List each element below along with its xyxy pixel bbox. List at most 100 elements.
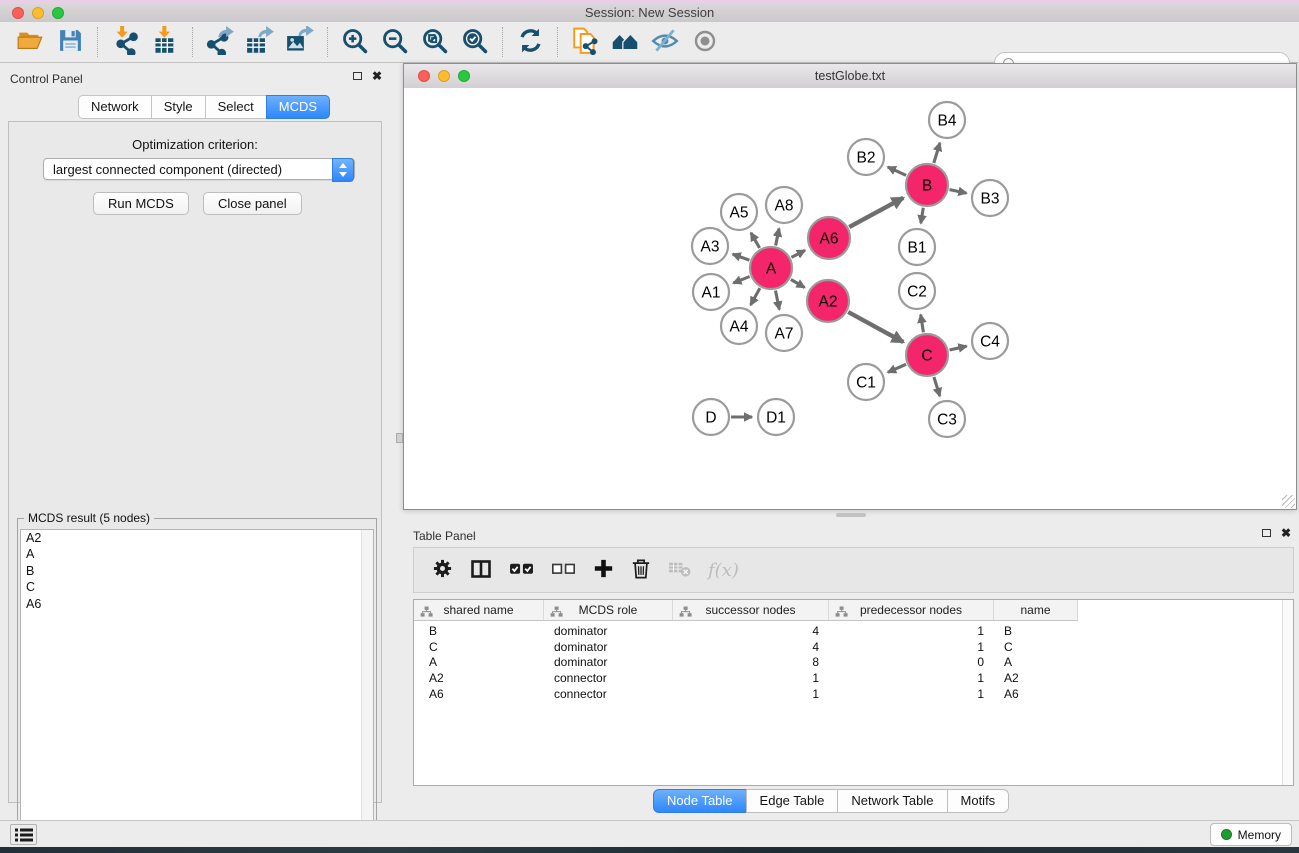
- control-panel: Control Panel ✖ NetworkStyleSelectMCDS O…: [0, 63, 390, 820]
- tab-mcds[interactable]: MCDS: [266, 95, 330, 119]
- table-row[interactable]: Adominator80A: [414, 655, 1293, 671]
- import-table-button[interactable]: [145, 24, 185, 60]
- graph-node-A1[interactable]: A1: [693, 274, 729, 310]
- table-cell: 8: [673, 655, 829, 669]
- tab-network[interactable]: Network: [78, 95, 152, 119]
- table-cell: dominator: [544, 624, 673, 638]
- clear-all-checks-button[interactable]: [551, 558, 576, 582]
- column-header-predecessor-nodes[interactable]: predecessor nodes: [829, 600, 994, 621]
- hide-panel-button[interactable]: [645, 24, 685, 60]
- close-panel-icon[interactable]: ✖: [372, 71, 382, 81]
- vertical-splitter-handle[interactable]: [396, 433, 403, 443]
- graph-node-C4[interactable]: C4: [972, 323, 1008, 359]
- zoom-fit-button[interactable]: [415, 24, 455, 60]
- graph-node-B[interactable]: B: [906, 164, 948, 206]
- graph-node-B1[interactable]: B1: [899, 229, 935, 265]
- graph-node-D[interactable]: D: [693, 399, 729, 435]
- show-columns-button[interactable]: [470, 558, 492, 583]
- result-item[interactable]: A2: [21, 530, 373, 547]
- graph-node-B3[interactable]: B3: [972, 180, 1008, 216]
- graph-node-A[interactable]: A: [750, 247, 792, 289]
- export-table-icon: [246, 26, 275, 58]
- zoom-in-button[interactable]: [335, 24, 375, 60]
- result-item[interactable]: A: [21, 547, 373, 564]
- task-history-button[interactable]: [10, 824, 37, 845]
- graph-edge-A-A6: [791, 250, 805, 257]
- result-item[interactable]: C: [21, 580, 373, 597]
- toolbar-groups: [10, 24, 725, 60]
- table-row[interactable]: Bdominator41B: [414, 623, 1293, 639]
- export-image-button[interactable]: [280, 24, 320, 60]
- clone-network-button[interactable]: [565, 24, 605, 60]
- export-network-button[interactable]: [200, 24, 240, 60]
- network-graph: A A1 A2 A3 A4 A5 A6 A7 A8 B B1 B2 B3 B4 C C1 C2 C3 C4 D D1: [404, 88, 1296, 509]
- float-table-panel-icon[interactable]: [1262, 529, 1271, 537]
- graph-node-A5[interactable]: A5: [721, 194, 757, 230]
- criterion-value: largest connected component (directed): [53, 162, 282, 177]
- graph-node-A8[interactable]: A8: [766, 187, 802, 223]
- tab-motifs[interactable]: Motifs: [947, 789, 1010, 813]
- column-header-name[interactable]: name: [994, 600, 1078, 621]
- tab-select[interactable]: Select: [205, 95, 267, 119]
- column-header-shared-name[interactable]: shared name: [414, 600, 544, 621]
- home-button[interactable]: [605, 24, 645, 60]
- graph-node-C1[interactable]: C1: [848, 364, 884, 400]
- tab-network-table[interactable]: Network Table: [837, 789, 947, 813]
- result-item[interactable]: A6: [21, 596, 373, 613]
- zoom-selected-button[interactable]: [455, 24, 495, 60]
- table-row[interactable]: A6connector11A6: [414, 686, 1293, 702]
- graph-node-B2[interactable]: B2: [848, 139, 884, 175]
- open-session-button[interactable]: [10, 24, 50, 60]
- graph-node-A7[interactable]: A7: [766, 315, 802, 351]
- close-panel-button[interactable]: Close panel: [203, 192, 302, 215]
- table-header-row: shared nameMCDS rolesuccessor nodesprede…: [414, 600, 1078, 621]
- network-window-titlebar[interactable]: testGlobe.txt: [404, 64, 1296, 89]
- memory-button[interactable]: Memory: [1210, 823, 1292, 846]
- result-scrollbar[interactable]: [361, 530, 373, 853]
- table-row[interactable]: Cdominator41C: [414, 639, 1293, 655]
- column-header-MCDS-role[interactable]: MCDS role: [544, 600, 673, 621]
- column-sort-icon: [835, 604, 848, 624]
- table-settings-button[interactable]: [432, 558, 453, 582]
- import-network-button[interactable]: [105, 24, 145, 60]
- show-eye-icon: [692, 28, 718, 57]
- refresh-layout-button[interactable]: [510, 24, 550, 60]
- graph-node-A6[interactable]: A6: [808, 217, 850, 259]
- float-panel-icon[interactable]: [353, 72, 362, 80]
- open-folder-icon: [17, 27, 44, 57]
- delete-column-button[interactable]: [631, 558, 651, 583]
- show-hide-button[interactable]: [685, 24, 725, 60]
- svg-text:D: D: [705, 409, 716, 426]
- save-session-button[interactable]: [50, 24, 90, 60]
- close-table-panel-icon[interactable]: ✖: [1281, 528, 1291, 538]
- horizontal-splitter-handle[interactable]: [836, 513, 866, 517]
- table-row[interactable]: A2connector11A2: [414, 670, 1293, 686]
- criterion-dropdown[interactable]: largest connected component (directed): [43, 158, 355, 180]
- dropdown-stepper-icon: [332, 158, 354, 182]
- add-column-button[interactable]: [593, 558, 614, 582]
- tab-node-table[interactable]: Node Table: [653, 789, 747, 813]
- import-network-icon: [111, 26, 140, 58]
- select-all-checks-button[interactable]: [509, 558, 534, 582]
- result-item[interactable]: B: [21, 563, 373, 580]
- graph-node-A4[interactable]: A4: [721, 308, 757, 344]
- svg-text:B3: B3: [981, 190, 1000, 207]
- graph-node-B4[interactable]: B4: [929, 102, 965, 138]
- graph-node-C[interactable]: C: [906, 334, 948, 376]
- zoom-out-button[interactable]: [375, 24, 415, 60]
- column-sort-icon: [679, 604, 692, 624]
- run-mcds-button[interactable]: Run MCDS: [93, 192, 189, 215]
- table-toolbar: f(x): [413, 547, 1294, 593]
- network-canvas[interactable]: A A1 A2 A3 A4 A5 A6 A7 A8 B B1 B2 B3 B4 C C1 C2 C3 C4 D D1: [404, 88, 1296, 509]
- graph-node-C3[interactable]: C3: [929, 401, 965, 437]
- window-resize-grip[interactable]: [1282, 495, 1295, 508]
- graph-node-A3[interactable]: A3: [692, 228, 728, 264]
- export-table-button[interactable]: [240, 24, 280, 60]
- table-scrollbar[interactable]: [1282, 600, 1293, 785]
- column-header-successor-nodes[interactable]: successor nodes: [673, 600, 829, 621]
- graph-node-C2[interactable]: C2: [899, 273, 935, 309]
- tab-style[interactable]: Style: [151, 95, 206, 119]
- graph-node-D1[interactable]: D1: [758, 399, 794, 435]
- tab-edge-table[interactable]: Edge Table: [746, 789, 839, 813]
- graph-node-A2[interactable]: A2: [807, 280, 849, 322]
